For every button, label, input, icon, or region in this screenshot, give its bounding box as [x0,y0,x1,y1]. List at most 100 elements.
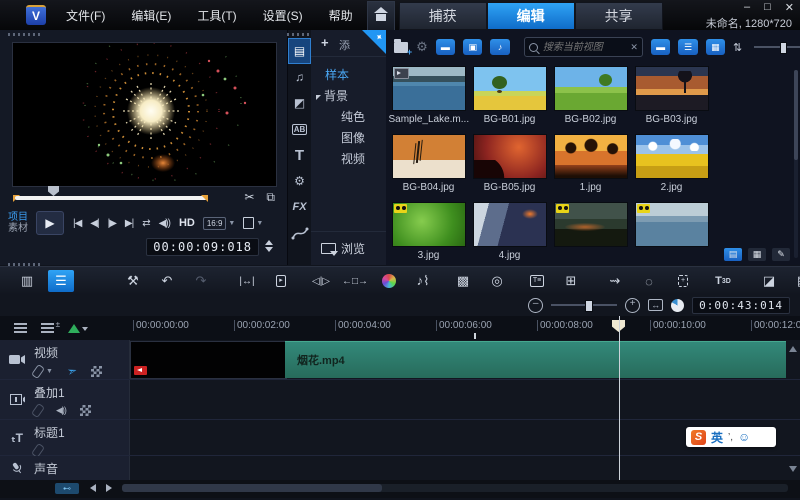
category-samples[interactable]: 样本 [311,65,386,86]
library-item[interactable]: BG-B05.jpg [469,134,550,202]
ime-toolbar[interactable]: S 英 ’, ☺ [686,427,776,447]
voice-track-header[interactable]: 声音 ◀)) [0,456,130,480]
menu-tools[interactable]: 工具(T) [197,7,236,24]
category-image[interactable]: 图像 [311,128,386,149]
thumbnail[interactable] [635,202,709,247]
thumbnail[interactable] [473,202,547,247]
link-clips-icon[interactable] [31,403,45,418]
browse-button[interactable]: 浏览 [311,231,396,257]
overlay-track-content[interactable] [130,380,800,419]
thumbnail[interactable] [554,66,628,111]
menu-settings[interactable]: 设置(S) [263,7,303,24]
scrubber-track[interactable] [15,196,207,200]
thumbnail[interactable] [392,66,466,111]
track-filter-icon[interactable] [91,366,102,377]
aspect-dropdown-icon[interactable]: ▼ [228,220,235,227]
scroll-right-icon[interactable] [106,484,112,492]
transition-ab-icon[interactable]: AB [288,116,311,142]
video-track-header[interactable]: 视频 ▼ ➣ [0,340,130,379]
search-clear-icon[interactable]: ✕ [630,42,638,53]
voice-track-content[interactable] [130,456,800,480]
add-category-label[interactable]: 添 [339,37,350,53]
scrollbar-thumb[interactable] [794,70,798,160]
preview-timecode[interactable]: 00:00:09:018 [146,238,259,256]
thumbnail[interactable] [392,202,466,247]
loop-button[interactable]: ⇄ [142,218,149,229]
maximize-button[interactable]: □ [764,1,771,14]
batch-render-icon[interactable]: ◎ [484,270,510,292]
tracks-scrollbar[interactable] [788,342,800,480]
track-filter-icon[interactable] [80,405,91,416]
project-duration-timecode[interactable]: 0:00:43:014 [692,297,790,314]
scrollbar-thumb[interactable] [122,484,382,492]
panel-drag-handle[interactable] [287,33,311,36]
aspect-ratio-selector[interactable]: 16:9 [203,217,227,230]
grid-view-icon[interactable]: ▦ [748,248,766,261]
timecode-stepper[interactable] [265,240,273,252]
apply-layers-icon[interactable]: ◪ [756,270,782,292]
subtitle-editor-icon[interactable]: T≡ [524,270,550,292]
ime-emoji-icon[interactable]: ☺ [738,430,750,444]
split-clip-icon[interactable]: ✂ [244,190,254,205]
preview-video[interactable] [12,42,277,187]
project-mode-label[interactable]: 项目 [8,212,28,223]
select-tool-icon[interactable] [243,217,254,229]
audio-icon[interactable]: ♫ [288,64,311,90]
select-dropdown-icon[interactable]: ▼ [256,220,263,227]
thumbnail[interactable] [554,202,628,247]
filter-photos-icon[interactable]: ▣ [463,39,482,55]
next-frame-button[interactable]: |▶ [108,218,116,229]
go-start-button[interactable]: |◀ [73,218,81,229]
home-button[interactable] [367,1,395,30]
graphics-icon[interactable]: ⚙ [288,168,311,194]
thumbnail[interactable] [473,134,547,179]
library-item[interactable]: BG-B04.jpg [388,134,469,202]
thumbnail[interactable] [635,134,709,179]
menu-help[interactable]: 帮助 [329,7,353,24]
ime-punctuation[interactable]: ’, [728,432,733,443]
tools-icon[interactable]: ⚒ [120,270,146,292]
menu-file[interactable]: 文件(F) [66,7,105,24]
slider-thumb[interactable] [780,42,787,54]
library-options-icon[interactable]: ⚙ [416,39,428,55]
go-end-button[interactable]: ▶| [125,218,133,229]
trim-marks-icon[interactable]: |↔| [234,270,260,292]
ripple-expand-icon[interactable]: ←□→ [342,270,368,292]
library-item[interactable] [631,202,712,265]
storyboard-view-icon[interactable]: ▥ [14,270,40,292]
edit-pencil-icon[interactable]: ✎ [772,248,790,261]
library-item[interactable]: BG-B02.jpg [550,66,631,134]
thumbnail[interactable] [554,134,628,179]
clip-mode-label[interactable]: 素材 [8,223,28,234]
3d-title-icon[interactable]: T3D [710,270,736,292]
title-icon[interactable]: T [288,142,311,168]
undo-icon[interactable]: ↶ [154,270,180,292]
thumbnail[interactable] [635,66,709,111]
preview-scrubber[interactable]: ✂ ⧉ [0,190,287,206]
horizontal-scrollbar[interactable] [122,484,788,492]
panel-drag-handle[interactable] [8,263,42,266]
timeline-ruler[interactable]: 00:00:00:00 00:00:02:00 00:00:04:00 00:0… [0,316,800,341]
thumbnail[interactable] [392,134,466,179]
ripple-edit-icon[interactable]: ➣ [65,363,78,379]
library-item[interactable]: 2.jpg [631,134,712,202]
prev-frame-button[interactable]: ◀| [90,218,98,229]
mask-creator-icon[interactable]: ◌ [636,270,662,292]
library-item[interactable]: Sample_Lake.m... [388,66,469,134]
enlarge-preview-icon[interactable]: ⧉ [266,190,275,205]
color-grading-icon[interactable] [376,270,402,292]
library-scrollbar[interactable] [794,70,798,258]
ar-sticker-icon[interactable]: + [670,270,696,292]
thumbnail-size-slider[interactable] [754,46,800,48]
category-background[interactable]: 背景 [311,86,386,107]
media-library-icon[interactable]: ▤ [288,38,311,64]
redo-icon[interactable]: ↷ [188,270,214,292]
link-clips-icon[interactable] [31,363,45,378]
timeline-view-icon[interactable]: ☰ [48,270,74,292]
panel-drag-handle[interactable] [8,33,42,36]
scrubber-handle[interactable] [48,186,59,196]
trim-end-handle[interactable] [201,195,208,202]
split-screen-template-icon[interactable]: ⊞ [558,270,584,292]
zoom-in-icon[interactable]: + [625,298,640,313]
library-item[interactable]: 1.jpg [550,134,631,202]
